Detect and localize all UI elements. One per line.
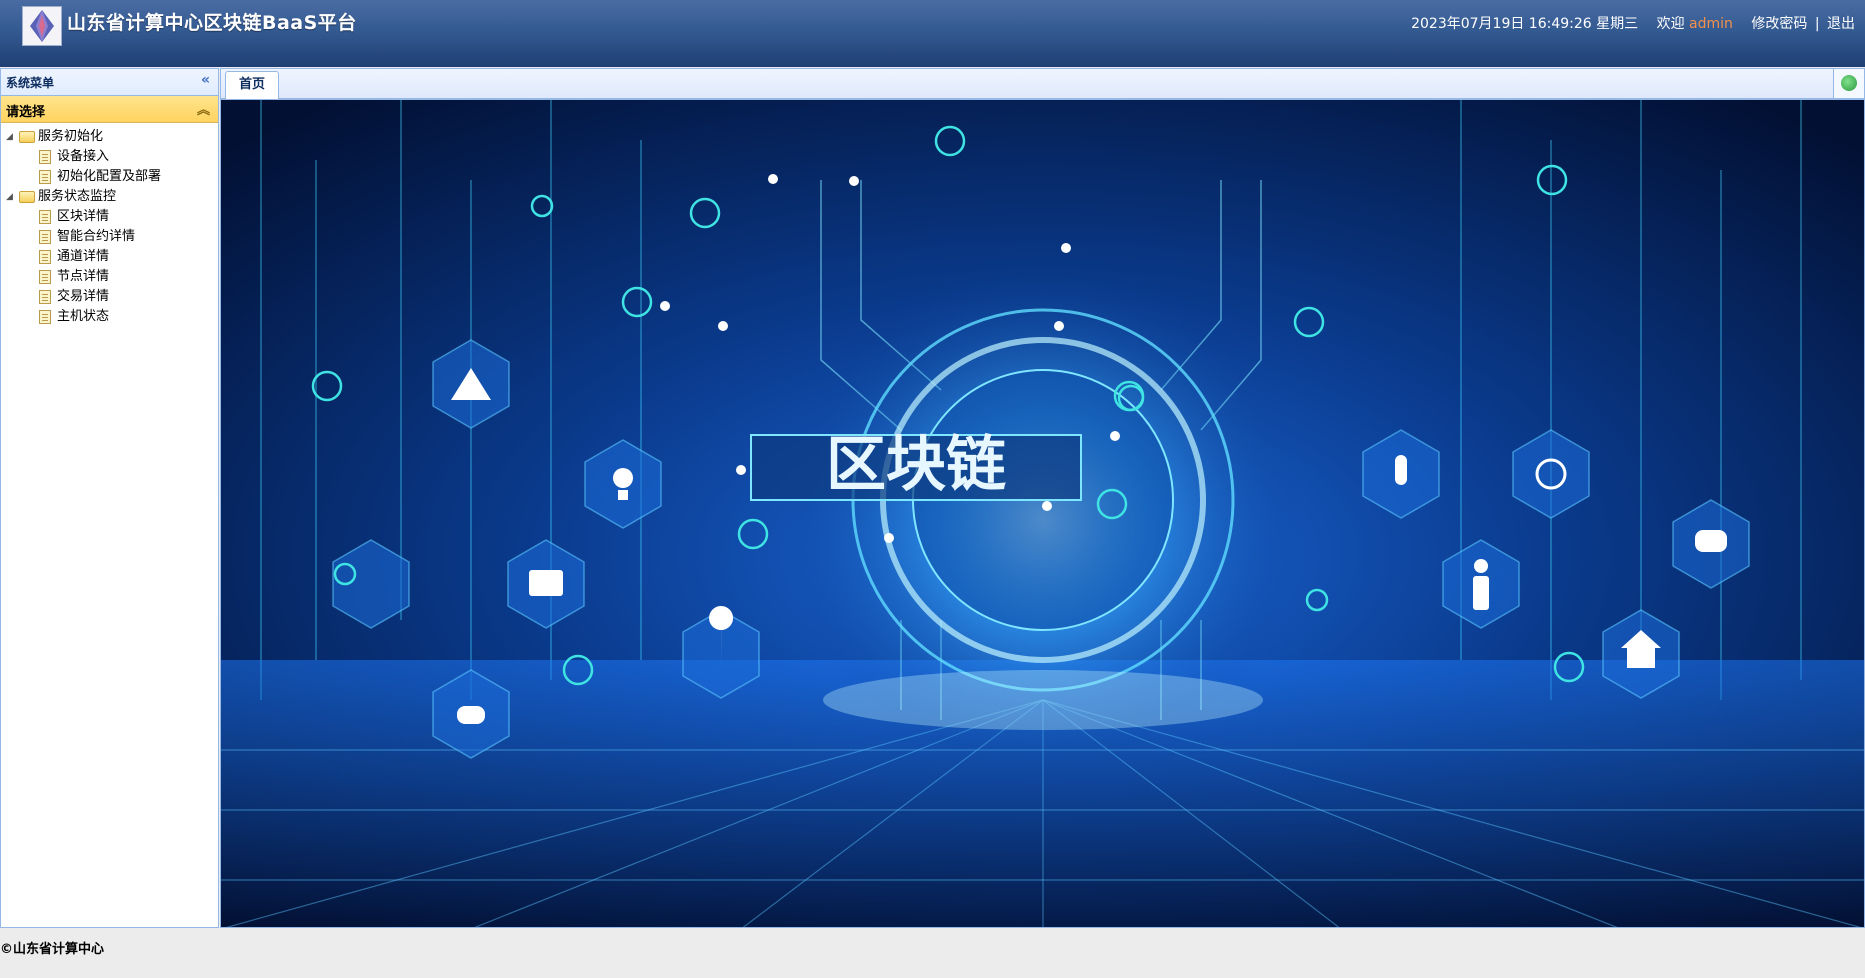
refresh-icon	[1841, 75, 1857, 91]
change-password-link[interactable]: 修改密码	[1751, 16, 1807, 32]
file-icon	[39, 150, 51, 164]
sidebar-title: 系统菜单	[6, 76, 55, 90]
tree-label: 主机状态	[57, 309, 110, 324]
home-banner: 区块链	[220, 99, 1865, 928]
collapse-up-icon[interactable]: ︽	[197, 99, 210, 118]
footer-copyright: ©山东省计算中心	[0, 942, 105, 957]
blockchain-banner-image: 区块链	[221, 100, 1864, 927]
refresh-button[interactable]	[1833, 69, 1864, 98]
file-icon	[39, 250, 51, 264]
logo	[22, 6, 62, 46]
welcome-label: 欢迎	[1656, 16, 1685, 32]
tree-node-init-config[interactable]: 初始化配置及部署	[1, 167, 218, 187]
tree-label: 服务状态监控	[38, 189, 117, 204]
file-icon	[39, 290, 51, 304]
tree-node-node-details[interactable]: 节点详情	[1, 267, 218, 287]
username: admin	[1689, 16, 1733, 32]
folder-icon	[19, 131, 35, 143]
tree-label: 交易详情	[57, 289, 110, 304]
tree-node-host-status[interactable]: 主机状态	[1, 307, 218, 327]
tree-label: 节点详情	[57, 269, 110, 284]
file-icon	[39, 270, 51, 284]
tree-label: 智能合约详情	[57, 229, 136, 244]
logout-link[interactable]: 退出	[1827, 16, 1855, 32]
tree-label: 服务初始化	[38, 129, 104, 144]
app-title: 山东省计算中心区块链BaaS平台	[67, 12, 357, 34]
tree-node-service-init[interactable]: ◢ 服务初始化	[1, 127, 218, 147]
file-icon	[39, 310, 51, 324]
tree-node-contract-details[interactable]: 智能合约详情	[1, 227, 218, 247]
tree-node-channel-details[interactable]: 通道详情	[1, 247, 218, 267]
accordion-header[interactable]: 请选择 ︽	[1, 96, 218, 123]
folder-icon	[19, 191, 35, 203]
tree-label: 区块详情	[57, 209, 110, 224]
tree-label: 通道详情	[57, 249, 110, 264]
separator: |	[1814, 16, 1820, 32]
file-icon	[39, 210, 51, 224]
sidebar-header: 系统菜单 «	[1, 69, 218, 96]
tree-node-block-details[interactable]: 区块详情	[1, 207, 218, 227]
file-icon	[39, 170, 51, 184]
datetime-display: 2023年07月19日 16:49:26 星期三	[1411, 16, 1639, 32]
sidebar: 系统菜单 « 请选择 ︽ ◢ 服务初始化 设备接入 初始化配置及部署 ◢ 服务状…	[0, 68, 219, 928]
tree-node-device-access[interactable]: 设备接入	[1, 147, 218, 167]
tree-node-transaction-details[interactable]: 交易详情	[1, 287, 218, 307]
tree-label: 设备接入	[57, 149, 110, 164]
app-header: 山东省计算中心区块链BaaS平台 2023年07月19日 16:49:26 星期…	[0, 0, 1865, 67]
collapse-sidebar-icon[interactable]: «	[201, 72, 210, 88]
file-icon	[39, 230, 51, 244]
banner-title: 区块链	[826, 430, 1006, 500]
tree-node-service-monitor[interactable]: ◢ 服务状态监控	[1, 187, 218, 207]
tab-home[interactable]: 首页	[225, 71, 280, 99]
tab-bar: 首页	[220, 68, 1865, 99]
tree-label: 初始化配置及部署	[57, 169, 162, 184]
expand-arrow-icon[interactable]: ◢	[6, 187, 13, 207]
expand-arrow-icon[interactable]: ◢	[6, 127, 13, 147]
accordion-title: 请选择	[6, 105, 46, 120]
menu-tree: ◢ 服务初始化 设备接入 初始化配置及部署 ◢ 服务状态监控 区块详情 智能合约…	[1, 123, 218, 327]
header-info: 2023年07月19日 16:49:26 星期三 欢迎 admin 修改密码 |…	[1411, 13, 1855, 33]
